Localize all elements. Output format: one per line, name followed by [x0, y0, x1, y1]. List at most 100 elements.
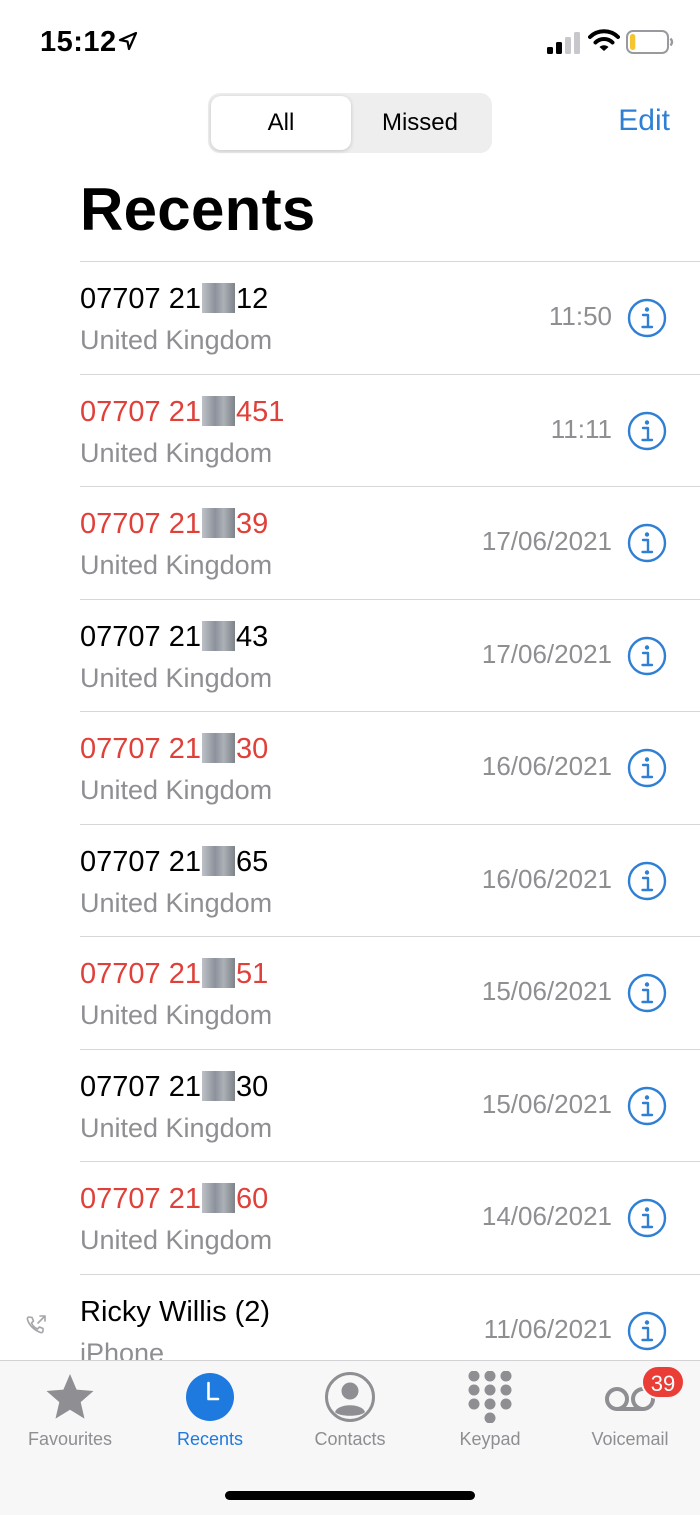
call-time: 11:50	[548, 301, 612, 331]
call-row[interactable]: 07707 21 12 United Kingdom 11:50	[0, 261, 700, 373]
tab-recents[interactable]: Recents	[140, 1361, 280, 1461]
info-icon[interactable]	[627, 1311, 667, 1351]
location-arrow-icon	[118, 31, 138, 51]
info-icon[interactable]	[627, 523, 667, 563]
recent-calls-list[interactable]: 07707 21 12 United Kingdom 11:50 07707 21 451…	[0, 261, 700, 1361]
caller-location: United Kingdom	[80, 437, 273, 468]
call-row[interactable]: 07707 21 451 United Kingdom 11:11	[0, 373, 700, 486]
call-row[interactable]: 07707 21 30 United Kingdom 16/06/2021	[0, 711, 700, 823]
call-time: 16/06/2021	[481, 863, 612, 894]
redaction-blur	[201, 733, 235, 763]
caller-number-prefix: 07707 21	[80, 283, 201, 315]
caller-location: United Kingdom	[80, 887, 273, 918]
caller-location: United Kingdom	[80, 550, 273, 580]
caller-number-prefix: 07707 21	[80, 508, 201, 540]
caller-name: 07707 21 12	[80, 283, 268, 316]
call-row[interactable]: Ricky Willis (2) iPhone 11/06/2021	[0, 1273, 700, 1362]
caller-number-suffix: 60	[235, 1183, 269, 1215]
info-icon[interactable]	[627, 973, 667, 1013]
caller-location: United Kingdom	[80, 775, 273, 805]
redaction-blur	[201, 845, 235, 876]
caller-name: 07707 21 51	[80, 958, 268, 991]
caller-name: Ricky Willis (2)	[80, 1296, 270, 1329]
edit-button[interactable]: Edit	[618, 104, 670, 138]
caller-number-prefix: 07707 21	[80, 1070, 201, 1103]
row-divider	[80, 1161, 700, 1162]
person-circle-icon	[325, 1372, 375, 1422]
call-row[interactable]: 07707 21 39 United Kingdom 17/06/2021	[0, 486, 700, 598]
segment-missed[interactable]: Missed	[351, 96, 489, 150]
caller-name: 07707 21 65	[80, 845, 269, 879]
row-divider	[80, 823, 700, 825]
redaction-blur	[201, 283, 235, 313]
clock-icon	[186, 1373, 234, 1421]
info-icon[interactable]	[627, 1086, 667, 1126]
tab-label: Keypad	[459, 1429, 521, 1449]
page-title: Recents	[80, 176, 316, 243]
caller-location: United Kingdom	[80, 325, 273, 355]
call-time: 17/06/2021	[481, 638, 612, 669]
call-row[interactable]: 07707 21 60 United Kingdom 14/06/2021	[0, 1161, 700, 1273]
caller-name: 07707 21 43	[80, 620, 268, 654]
caller-number-prefix: 07707 21	[80, 1183, 201, 1215]
info-icon[interactable]	[627, 861, 667, 901]
row-divider	[80, 936, 700, 937]
caller-location: United Kingdom	[80, 1225, 273, 1255]
row-divider	[80, 373, 700, 375]
redaction-blur	[201, 395, 235, 426]
redaction-blur	[201, 620, 235, 651]
caller-name: 07707 21 39	[80, 508, 268, 541]
caller-number-suffix: 39	[235, 508, 269, 540]
redaction-blur	[201, 1070, 235, 1101]
caller-location: United Kingdom	[80, 662, 273, 693]
info-icon[interactable]	[627, 748, 667, 788]
caller-number-suffix: 65	[235, 845, 269, 878]
call-row[interactable]: 07707 21 51 United Kingdom 15/06/2021	[0, 936, 700, 1048]
tab-label: Favourites	[27, 1429, 113, 1449]
segment-all[interactable]: All	[211, 96, 351, 150]
status-time: 15:12	[40, 26, 117, 58]
call-row[interactable]: 07707 21 65 United Kingdom 16/06/2021	[0, 823, 700, 936]
caller-number-suffix: 51	[235, 958, 269, 990]
caller-number-suffix: 12	[235, 283, 269, 315]
info-icon[interactable]	[627, 298, 667, 338]
caller-name: 07707 21 30	[80, 733, 268, 766]
outgoing-call-icon	[26, 1314, 46, 1333]
caller-name: 07707 21 60	[80, 1183, 268, 1216]
info-icon[interactable]	[627, 411, 667, 451]
keypad-icon	[468, 1371, 512, 1423]
call-time: 11/06/2021	[483, 1313, 612, 1344]
call-row[interactable]: 07707 21 43 United Kingdom 17/06/2021	[0, 598, 700, 711]
tab-label: Recents	[176, 1429, 244, 1449]
caller-name: 07707 21 30	[80, 1070, 269, 1104]
caller-location: iPhone	[80, 1337, 165, 1362]
caller-number-suffix: 30	[235, 1070, 269, 1103]
row-divider	[80, 598, 700, 600]
battery-low-icon	[626, 30, 674, 54]
call-time: 15/06/2021	[481, 976, 612, 1006]
tab-voicemail[interactable]: Voicemail 39	[560, 1361, 700, 1461]
caller-number-prefix: 07707 21	[80, 620, 201, 653]
tab-label: Voicemail	[591, 1429, 669, 1449]
voicemail-badge: 39	[641, 1365, 685, 1399]
caller-name: 07707 21 451	[80, 395, 285, 429]
info-icon[interactable]	[627, 636, 667, 676]
caller-location: United Kingdom	[80, 1000, 273, 1030]
call-time: 14/06/2021	[481, 1201, 612, 1231]
caller-number-suffix: 451	[235, 395, 285, 428]
caller-number-prefix: 07707 21	[80, 958, 201, 990]
caller-number-prefix: 07707 21	[80, 395, 201, 428]
wifi-icon	[588, 29, 620, 51]
tab-keypad[interactable]: Keypad	[420, 1361, 560, 1461]
caller-number-prefix: Ricky Willis (2)	[80, 1295, 271, 1328]
call-row[interactable]: 07707 21 30 United Kingdom 15/06/2021	[0, 1048, 700, 1161]
row-divider	[80, 1048, 700, 1050]
info-icon[interactable]	[627, 1198, 667, 1238]
tab-favourites[interactable]: Favourites	[0, 1361, 140, 1461]
tab-contacts[interactable]: Contacts	[280, 1361, 420, 1461]
caller-number-prefix: 07707 21	[80, 845, 201, 878]
home-indicator[interactable]	[225, 1491, 475, 1500]
caller-number-suffix: 30	[235, 733, 269, 765]
tab-label: Contacts	[314, 1429, 386, 1449]
row-divider	[80, 1273, 700, 1275]
